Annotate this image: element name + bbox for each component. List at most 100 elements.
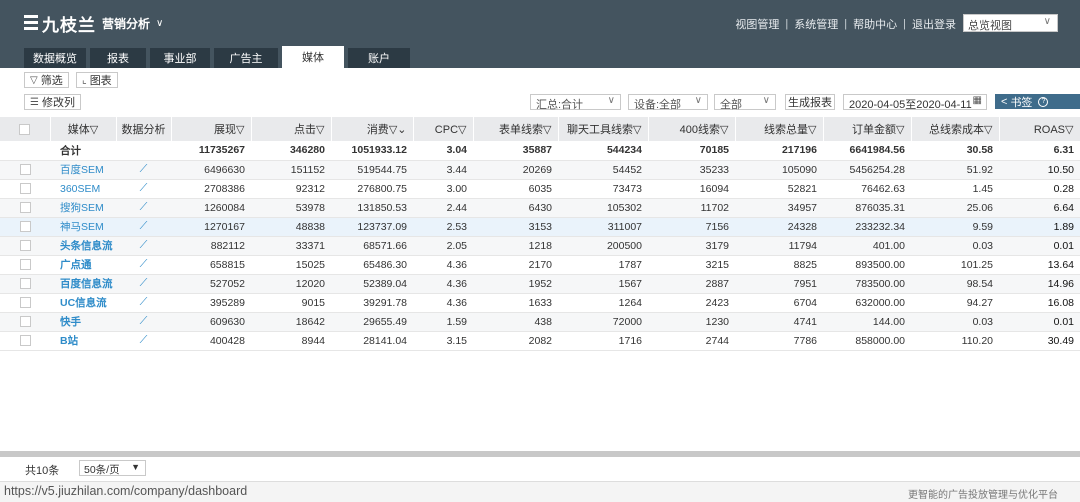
device-select-value: 设备:全部 — [634, 99, 682, 111]
row-checkbox[interactable] — [19, 221, 31, 233]
row-checkbox[interactable] — [19, 316, 31, 328]
trend-chart-icon[interactable]: ⟋ — [140, 239, 148, 251]
table-row[interactable]: 百度SEM ⟋ 6496630 151152 519544.75 3.44 20269 544… — [0, 160, 1080, 180]
media-link[interactable]: 头条信息流 — [60, 240, 113, 252]
media-link[interactable]: 神马SEM — [60, 221, 104, 233]
media-link[interactable]: 360SEM — [60, 183, 100, 195]
trend-chart-icon[interactable]: ⟋ — [140, 201, 148, 213]
media-link[interactable]: 百度信息流 — [60, 278, 113, 290]
table-cell: 4.36 — [413, 255, 473, 275]
link-help-center[interactable]: 帮助中心 — [853, 16, 897, 32]
media-link[interactable]: 百度SEM — [60, 164, 104, 176]
tab-division[interactable]: 事业部 — [150, 48, 210, 68]
bookmark-button[interactable]: < 书签 ? — [995, 94, 1080, 109]
table-row[interactable]: 头条信息流 ⟋ 882112 33371 68571.66 2.05 1218 200500 3… — [0, 236, 1080, 256]
column-header[interactable]: 展现▽ — [171, 117, 252, 141]
trend-chart-icon[interactable]: ⟋ — [140, 258, 148, 270]
row-checkbox-cell — [0, 160, 50, 180]
row-checkbox[interactable] — [19, 202, 31, 214]
chevron-down-icon: ∨ — [694, 95, 702, 106]
table-cell: 123737.09 — [331, 217, 413, 237]
row-checkbox[interactable] — [19, 278, 31, 290]
table-row[interactable]: 百度信息流 ⟋ 527052 12020 52389.04 4.36 1952 1567 288… — [0, 274, 1080, 294]
table-cell: 658815 — [171, 255, 251, 275]
table-row[interactable]: 搜狗SEM ⟋ 1260084 53978 131850.53 2.44 6430 10530… — [0, 198, 1080, 218]
view-select[interactable]: 总览视图 ∨ — [963, 14, 1058, 32]
trend-chart-icon[interactable]: ⟋ — [140, 220, 148, 232]
trend-chart-icon[interactable]: ⟋ — [140, 334, 148, 346]
summary-select[interactable]: 汇总:合计 ∨ — [530, 94, 621, 111]
row-checkbox[interactable] — [19, 335, 31, 347]
table-row[interactable]: 快手 ⟋ 609630 18642 29655.49 1.59 438 72000 1230 47… — [0, 312, 1080, 332]
filter-button[interactable]: ▽ 筛选 — [24, 72, 69, 88]
column-header[interactable]: CPC▽ — [413, 117, 474, 141]
row-checkbox[interactable] — [19, 259, 31, 271]
column-header[interactable]: 点击▽ — [251, 117, 332, 141]
link-system-management[interactable]: 系统管理 — [794, 16, 838, 32]
row-checkbox-cell — [0, 293, 50, 313]
trend-chart-icon[interactable]: ⟋ — [140, 182, 148, 194]
generate-report-button[interactable]: 生成报表 — [785, 94, 835, 110]
table-row[interactable]: 360SEM ⟋ 2708386 92312 276800.75 3.00 6035 7347… — [0, 179, 1080, 199]
tab-report[interactable]: 报表 — [90, 48, 146, 68]
column-header[interactable]: 订单金额▽ — [823, 117, 912, 141]
table-row[interactable]: B站 ⟋ 400428 8944 28141.04 3.15 2082 1716 2744 778… — [0, 331, 1080, 351]
column-header[interactable]: 400线索▽ — [648, 117, 736, 141]
modify-columns-button[interactable]: ☰ 修改列 — [24, 94, 81, 110]
table-row[interactable]: 神马SEM ⟋ 1270167 48838 123737.09 2.53 3153 31100… — [0, 217, 1080, 237]
row-checkbox[interactable] — [19, 297, 31, 309]
select-all-checkbox[interactable] — [19, 123, 31, 135]
table-cell: 401.00 — [823, 236, 911, 256]
link-view-management[interactable]: 视图管理 — [735, 16, 779, 32]
table-cell: 0.01 — [999, 312, 1080, 332]
tab-overview[interactable]: 数据概览 — [24, 48, 86, 68]
table-cell: 0.28 — [999, 179, 1080, 199]
table-cell: 16.08 — [999, 293, 1080, 313]
chart-button[interactable]: ⌞ 图表 — [76, 72, 118, 88]
scope-select[interactable]: 全部 ∨ — [714, 94, 776, 111]
column-header[interactable]: 媒体▽ — [50, 117, 117, 141]
row-checkbox[interactable] — [19, 240, 31, 252]
column-header[interactable]: 聊天工具线索▽ — [558, 117, 649, 141]
chevron-down-icon: ∨ — [762, 95, 770, 106]
column-header[interactable]: ROAS▽ — [999, 117, 1080, 141]
main-tabs: 数据概览 报表 事业部 广告主 媒体 账户 — [24, 46, 414, 68]
table-cell: 92312 — [251, 179, 331, 199]
media-link[interactable]: B站 — [60, 335, 78, 347]
table-cell: 519544.75 — [331, 160, 413, 180]
row-checkbox[interactable] — [19, 183, 31, 195]
trend-chart-icon[interactable]: ⟋ — [140, 296, 148, 308]
app-switcher[interactable]: 营销分析 ∨ — [102, 15, 163, 32]
divider: | — [785, 18, 789, 30]
trend-chart-icon[interactable]: ⟋ — [140, 163, 148, 175]
media-link[interactable]: 快手 — [60, 316, 81, 328]
filter-icon: ▽ — [236, 124, 245, 136]
tab-account[interactable]: 账户 — [348, 48, 410, 68]
column-header[interactable]: 消费▽⌄ — [331, 117, 414, 141]
column-header[interactable]: 总线索成本▽ — [911, 117, 1000, 141]
table-row[interactable]: 广点通 ⟋ 658815 15025 65486.30 4.36 2170 1787 3215 8… — [0, 255, 1080, 275]
media-name-cell: UC信息流 — [50, 293, 116, 313]
table-cell: 882112 — [171, 236, 251, 256]
media-link[interactable]: 广点通 — [60, 259, 92, 271]
page-size-select[interactable]: 50条/页 ▼ — [79, 460, 146, 476]
table-cell: 4.36 — [413, 274, 473, 294]
column-header[interactable]: 表单线索▽ — [473, 117, 559, 141]
tab-media[interactable]: 媒体 — [282, 46, 344, 68]
trend-chart-icon[interactable]: ⟋ — [140, 315, 148, 327]
row-checkbox[interactable] — [19, 164, 31, 176]
media-link[interactable]: 搜狗SEM — [60, 202, 104, 214]
table-cell: 1218 — [473, 236, 558, 256]
media-link[interactable]: UC信息流 — [60, 297, 107, 309]
trend-chart-icon[interactable]: ⟋ — [140, 277, 148, 289]
table-row[interactable]: UC信息流 ⟋ 395289 9015 39291.78 4.36 1633 1264 2423… — [0, 293, 1080, 313]
row-checkbox-cell — [0, 236, 50, 256]
date-range-picker[interactable]: 2020-04-05至2020-04-11 ▦ — [843, 94, 987, 111]
table-cell: 72000 — [558, 312, 648, 332]
table-cell: 2082 — [473, 331, 558, 351]
device-select[interactable]: 设备:全部 ∨ — [628, 94, 708, 111]
column-header[interactable]: 线索总量▽ — [735, 117, 824, 141]
filter-button-label: 筛选 — [40, 75, 63, 87]
link-logout[interactable]: 退出登录 — [912, 16, 956, 32]
tab-advertiser[interactable]: 广告主 — [214, 48, 278, 68]
